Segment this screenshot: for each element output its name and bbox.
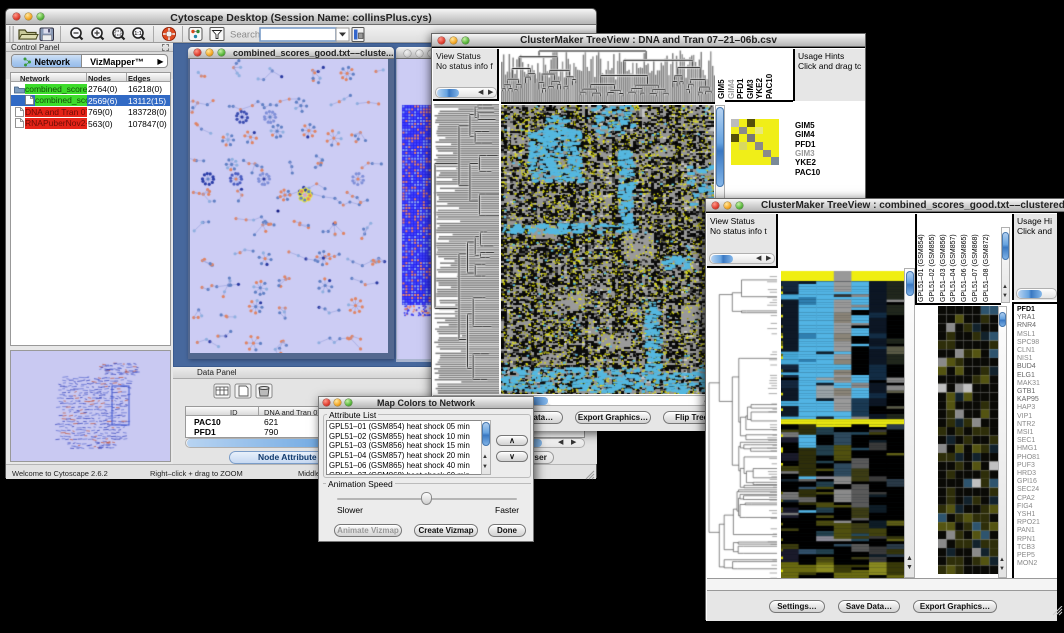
svg-text:1:1: 1:1 [134, 31, 141, 37]
svg-text:Search:: Search: [230, 30, 263, 41]
